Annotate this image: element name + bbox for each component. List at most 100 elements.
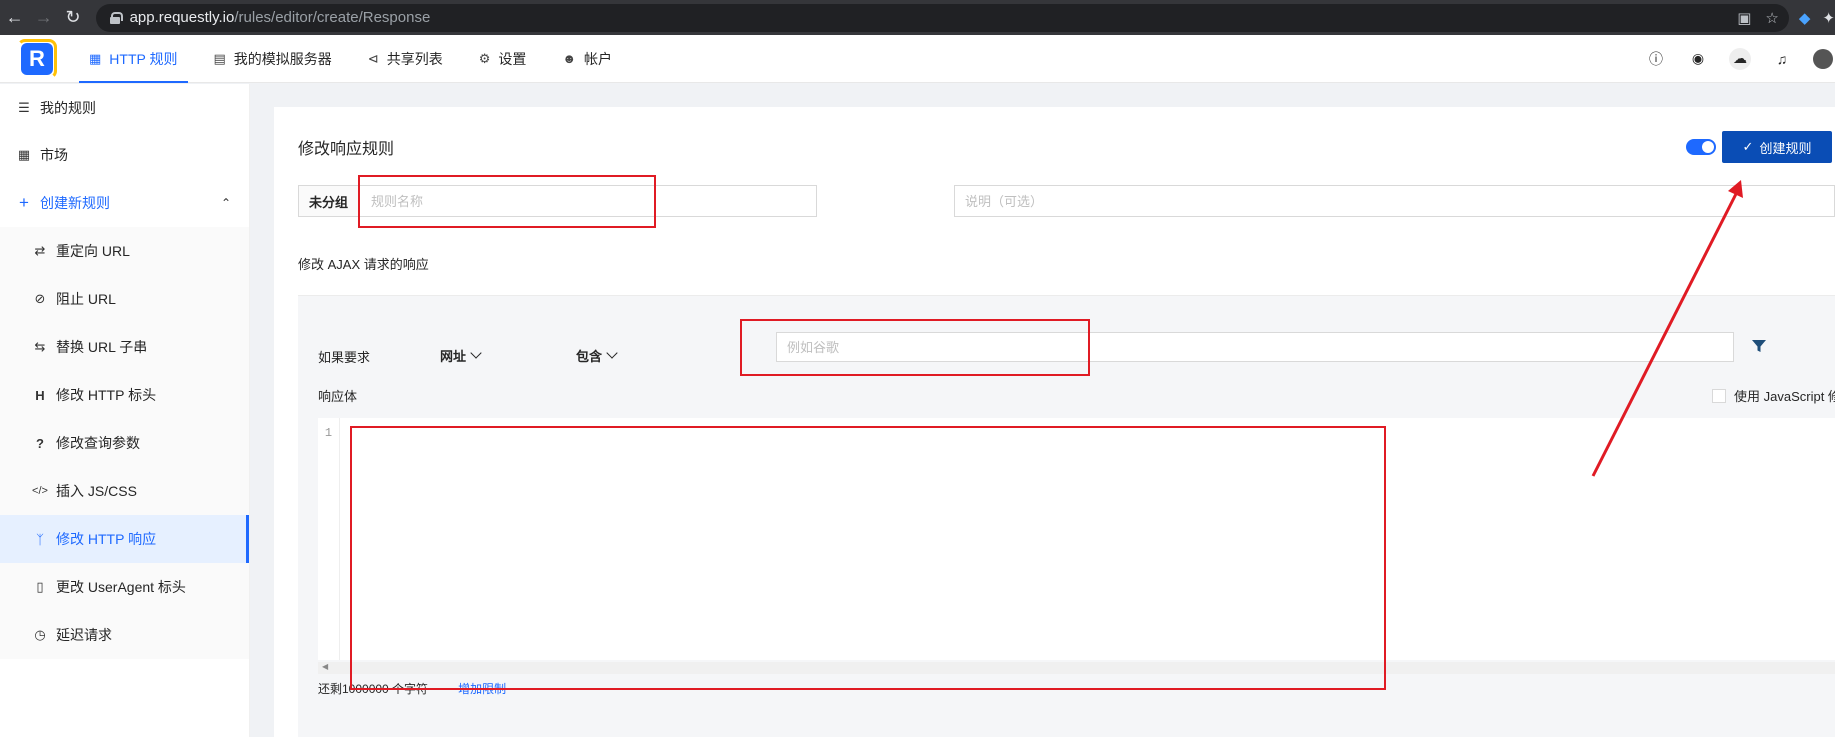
code-icon: </> bbox=[32, 485, 48, 497]
bookmark-star-icon[interactable]: ☆ bbox=[1765, 9, 1778, 27]
rule-name-row: 未分组 bbox=[298, 185, 818, 217]
header-actions: ⓘ ◉ ☁ ♫ bbox=[1645, 47, 1835, 70]
sidebar-item-insert-script[interactable]: </> 插入 JS/CSS bbox=[0, 467, 249, 515]
increase-limit-link[interactable]: 增加限制 bbox=[458, 680, 506, 697]
page-title: 修改响应规则 bbox=[298, 141, 395, 158]
sidebar-item-label: 创建新规则 bbox=[40, 195, 110, 211]
rule-status-toggle[interactable] bbox=[1686, 139, 1716, 155]
app-header: R ▦ HTTP 规则 ▤ 我的模拟服务器 ⊲ 共享列表 ⚙ 设置 ☻ 帐户 ⓘ… bbox=[0, 35, 1835, 83]
sidebar-item-query-params[interactable]: ? 修改查询参数 bbox=[0, 419, 249, 467]
translate-icon[interactable]: ▣ bbox=[1737, 9, 1751, 27]
user-icon: ☻ bbox=[562, 51, 577, 66]
forward-icon[interactable]: → bbox=[29, 3, 58, 33]
rule-name-input[interactable] bbox=[359, 185, 818, 217]
if-request-label: 如果要求 bbox=[318, 350, 371, 365]
sidebar-item-delay[interactable]: ◷ 延迟请求 bbox=[0, 611, 249, 659]
requestly-logo[interactable]: R bbox=[17, 38, 57, 79]
nav-label: 我的模拟服务器 bbox=[233, 50, 332, 67]
top-nav: ▦ HTTP 规则 ▤ 我的模拟服务器 ⊲ 共享列表 ⚙ 设置 ☻ 帐户 bbox=[71, 35, 630, 83]
market-icon: ▦ bbox=[17, 147, 31, 162]
sidebar-item-label: 替换 URL 子串 bbox=[56, 339, 148, 355]
extension-gem-icon[interactable]: ◆ bbox=[1799, 9, 1811, 27]
code-area[interactable] bbox=[342, 418, 1835, 660]
help-icon[interactable]: ⓘ bbox=[1645, 48, 1667, 70]
extensions-puzzle-icon[interactable]: ✦ bbox=[1822, 9, 1835, 27]
operator-label: 包含 bbox=[576, 349, 603, 364]
sidebar-item-my-rules[interactable]: ☰ 我的规则 bbox=[0, 84, 249, 131]
lock-icon bbox=[109, 11, 123, 24]
sidebar-item-label: 修改 HTTP 响应 bbox=[56, 531, 157, 547]
server-icon: ▤ bbox=[213, 50, 226, 66]
sidebar-item-user-agent[interactable]: ▯ 更改 UserAgent 标头 bbox=[0, 563, 249, 611]
operator-dropdown[interactable]: 包含 bbox=[576, 346, 618, 365]
sidebar-item-replace[interactable]: ⇆ 替换 URL 子串 bbox=[0, 323, 249, 371]
avatar[interactable] bbox=[1813, 48, 1833, 69]
sidebar-item-label: 延迟请求 bbox=[56, 627, 112, 643]
horizontal-scrollbar[interactable]: ◀ bbox=[318, 662, 1835, 674]
cloud-off-icon[interactable]: ☁ bbox=[1729, 47, 1751, 70]
operand-label: 网址 bbox=[440, 349, 467, 364]
question-icon: ? bbox=[36, 435, 44, 451]
rule-pair: 如果要求 网址 包含 响应体 使用 JavaScript 修改 1 ◀ 还剩10… bbox=[298, 295, 1835, 737]
rule-description-input[interactable] bbox=[954, 185, 1835, 217]
sidebar-item-label: 市场 bbox=[40, 147, 68, 163]
nav-label: 设置 bbox=[498, 50, 527, 67]
bell-icon[interactable]: ♫ bbox=[1771, 48, 1793, 70]
sidebar-item-label: 更改 UserAgent 标头 bbox=[56, 579, 186, 595]
nav-account[interactable]: ☻ 帐户 bbox=[544, 35, 630, 83]
sidebar-item-label: 重定向 URL bbox=[56, 243, 130, 259]
branch-icon: ᛉ bbox=[36, 531, 44, 547]
chevron-down-icon bbox=[470, 347, 482, 359]
sidebar-item-redirect[interactable]: ⇄ 重定向 URL bbox=[0, 227, 249, 275]
reload-icon[interactable]: ↻ bbox=[58, 3, 87, 33]
sidebar-item-label: 修改 HTTP 标头 bbox=[56, 387, 157, 403]
nav-http-rules[interactable]: ▦ HTTP 规则 bbox=[71, 35, 196, 83]
share-icon: ⊲ bbox=[367, 50, 379, 66]
swap-icon: ⇆ bbox=[34, 339, 46, 354]
mobile-icon: ▯ bbox=[36, 579, 44, 594]
nav-label: HTTP 规则 bbox=[109, 50, 178, 67]
back-icon[interactable]: ← bbox=[0, 3, 29, 33]
rule-editor-card: 修改响应规则 ✓ 创建规则 未分组 修改 AJAX 请求的响应 如果要求 网址 … bbox=[274, 107, 1835, 737]
url-match-input[interactable] bbox=[776, 332, 1734, 362]
nav-label: 帐户 bbox=[584, 50, 613, 67]
filter-icon[interactable] bbox=[1751, 338, 1767, 354]
nav-shared-lists[interactable]: ⊲ 共享列表 bbox=[350, 35, 461, 83]
operand-dropdown[interactable]: 网址 bbox=[440, 346, 482, 365]
sidebar: ☰ 我的规则 ▦ 市场 + 创建新规则 ⌃ ⇄ 重定向 URL ⊘ 阻止 URL… bbox=[0, 84, 250, 737]
sidebar-item-create-rule[interactable]: + 创建新规则 ⌃ bbox=[0, 179, 249, 227]
chevron-down-icon bbox=[606, 347, 618, 359]
use-javascript-checkbox[interactable]: 使用 JavaScript 修改 bbox=[1712, 386, 1835, 405]
browser-toolbar: ← → ↻ app.requestly.io/rules/editor/crea… bbox=[0, 0, 1835, 35]
chars-remaining: 还剩1000000 个字符 bbox=[318, 682, 429, 696]
sidebar-item-label: 我的规则 bbox=[40, 99, 96, 116]
response-body-editor[interactable]: 1 bbox=[318, 418, 1835, 660]
nav-mock-server[interactable]: ▤ 我的模拟服务器 bbox=[196, 35, 350, 83]
block-icon: ⊘ bbox=[34, 291, 46, 306]
sidebar-item-market[interactable]: ▦ 市场 bbox=[0, 131, 249, 179]
heading-icon: H bbox=[35, 387, 45, 403]
clock-icon: ◷ bbox=[34, 627, 46, 642]
nav-settings[interactable]: ⚙ 设置 bbox=[461, 35, 545, 83]
address-bar[interactable]: app.requestly.io/rules/editor/create/Res… bbox=[95, 3, 1789, 32]
scroll-left-icon[interactable]: ◀ bbox=[322, 662, 328, 671]
sidebar-item-modify-response[interactable]: ᛉ 修改 HTTP 响应 bbox=[0, 515, 249, 563]
checkbox-label: 使用 JavaScript 修改 bbox=[1734, 389, 1835, 404]
group-selector[interactable]: 未分组 bbox=[298, 185, 360, 217]
sidebar-item-label: 插入 JS/CSS bbox=[56, 483, 137, 499]
checkbox-box bbox=[1712, 388, 1726, 403]
create-rule-button[interactable]: ✓ 创建规则 bbox=[1722, 131, 1832, 163]
sidebar-item-block[interactable]: ⊘ 阻止 URL bbox=[0, 275, 249, 323]
editor-footer: 还剩1000000 个字符 增加限制 bbox=[318, 680, 506, 697]
sidebar-item-headers[interactable]: H 修改 HTTP 标头 bbox=[0, 371, 249, 419]
create-rule-label: 创建规则 bbox=[1759, 140, 1812, 156]
line-number: 1 bbox=[318, 418, 340, 660]
plus-icon: + bbox=[19, 193, 29, 212]
github-icon[interactable]: ◉ bbox=[1687, 48, 1709, 70]
check-icon: ✓ bbox=[1742, 139, 1754, 154]
chevron-up-icon: ⌃ bbox=[220, 196, 231, 210]
shuffle-icon: ⇄ bbox=[34, 243, 46, 258]
response-body-label: 响应体 bbox=[318, 389, 358, 404]
section-label: 修改 AJAX 请求的响应 bbox=[298, 257, 429, 272]
nav-label: 共享列表 bbox=[386, 50, 443, 67]
